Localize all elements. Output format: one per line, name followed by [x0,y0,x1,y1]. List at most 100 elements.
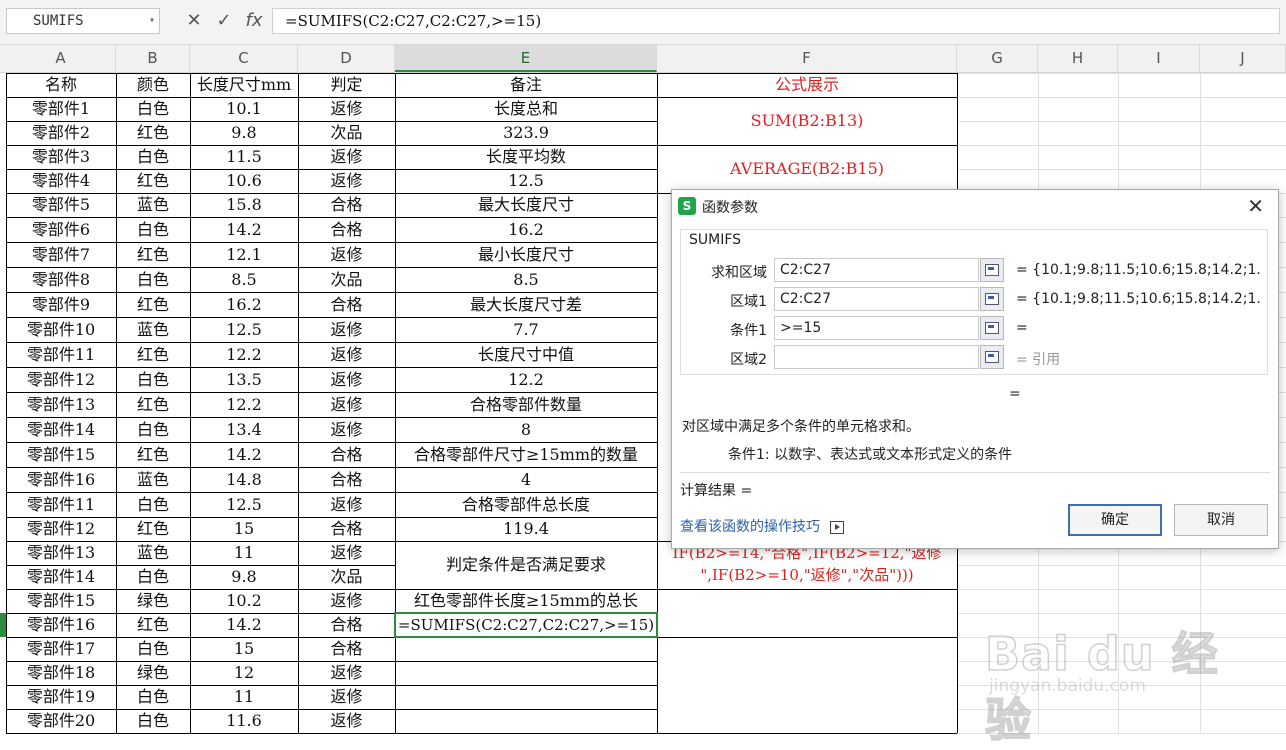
table-cell[interactable]: 返修 [298,317,395,342]
table-cell[interactable]: 蓝色 [116,541,190,565]
empty-cell[interactable] [395,637,657,661]
collapse-range-button[interactable] [980,316,1004,340]
table-cell[interactable]: 次品 [298,267,395,292]
header-cell[interactable]: 备注 [395,73,657,97]
header-cell[interactable]: 判定 [298,73,395,97]
table-cell[interactable]: 12.2 [190,342,298,367]
table-cell[interactable]: 11.5 [190,145,298,169]
table-cell[interactable]: 蓝色 [116,317,190,342]
table-cell[interactable]: 零部件13 [6,541,116,565]
ok-button[interactable]: 确定 [1068,504,1162,536]
note-cell[interactable]: 合格零部件尺寸≥15mm的数量 [395,442,657,467]
header-cell[interactable]: 名称 [6,73,116,97]
table-cell[interactable]: 返修 [298,685,395,709]
table-cell[interactable]: 零部件16 [6,467,116,492]
note-cell[interactable]: 长度总和 [395,97,657,121]
empty-cell[interactable] [395,685,657,709]
table-cell[interactable]: 11.6 [190,709,298,733]
empty-cell[interactable] [657,637,957,733]
header-cell[interactable]: 公式展示 [657,73,957,97]
table-cell[interactable]: 8.5 [190,267,298,292]
table-cell[interactable]: 零部件5 [6,193,116,217]
collapse-range-button[interactable] [980,258,1004,282]
table-cell[interactable]: 合格 [298,442,395,467]
column-header-d[interactable]: D [298,45,395,72]
column-header-b[interactable]: B [116,45,190,72]
table-cell[interactable]: 返修 [298,417,395,442]
cancel-formula-icon[interactable]: ✕ [182,8,206,34]
table-cell[interactable]: 返修 [298,145,395,169]
table-cell[interactable]: 合格 [298,217,395,242]
table-cell[interactable]: 零部件18 [6,661,116,685]
note-cell[interactable]: 12.2 [395,367,657,392]
table-cell[interactable]: 合格 [298,467,395,492]
formula-cell[interactable]: AVERAGE(B2:B15) [657,145,957,193]
table-cell[interactable]: 白色 [116,417,190,442]
table-cell[interactable]: 10.2 [190,589,298,613]
note-cell[interactable]: 8 [395,417,657,442]
note-cell[interactable]: 判定条件是否满足要求 [395,541,657,589]
table-cell[interactable]: 10.1 [190,97,298,121]
note-cell[interactable]: 323.9 [395,121,657,145]
table-cell[interactable]: 白色 [116,267,190,292]
table-cell[interactable]: 11 [190,685,298,709]
table-cell[interactable]: 白色 [116,685,190,709]
table-cell[interactable]: 次品 [298,565,395,589]
table-cell[interactable]: 12.5 [190,317,298,342]
note-cell[interactable]: 4 [395,467,657,492]
table-cell[interactable]: 绿色 [116,589,190,613]
table-cell[interactable]: 红色 [116,442,190,467]
table-cell[interactable]: 零部件13 [6,392,116,417]
name-box[interactable]: SUMIFS ▾ [6,8,160,34]
note-cell[interactable]: 7.7 [395,317,657,342]
table-cell[interactable]: 蓝色 [116,193,190,217]
column-header-g[interactable]: G [957,45,1038,72]
formula-input[interactable]: =SUMIFS(C2:C27,C2:C27,>=15) [272,8,1280,34]
table-cell[interactable]: 14.2 [190,613,298,637]
table-cell[interactable]: 15 [190,637,298,661]
note-cell[interactable]: 12.5 [395,169,657,193]
arg-input-sum-range[interactable]: C2:C27 [774,258,979,282]
column-header-e[interactable]: E [395,45,657,72]
collapse-range-button[interactable] [980,287,1004,311]
table-cell[interactable]: 零部件15 [6,442,116,467]
fx-icon[interactable]: fx [242,8,266,34]
table-cell[interactable]: 白色 [116,492,190,517]
table-cell[interactable]: 15 [190,517,298,541]
table-cell[interactable]: 12.1 [190,242,298,267]
chevron-down-icon[interactable]: ▾ [149,9,155,33]
table-cell[interactable]: 红色 [116,169,190,193]
header-cell[interactable]: 长度尺寸mm [190,73,298,97]
table-cell[interactable]: 蓝色 [116,467,190,492]
column-header-a[interactable]: A [6,45,116,72]
note-cell[interactable]: 16.2 [395,217,657,242]
table-cell[interactable]: 返修 [298,661,395,685]
table-cell[interactable]: 9.8 [190,565,298,589]
table-cell[interactable]: 合格 [298,613,395,637]
table-cell[interactable]: 白色 [116,97,190,121]
table-cell[interactable]: 返修 [298,541,395,565]
note-cell[interactable]: 长度平均数 [395,145,657,169]
table-cell[interactable]: 返修 [298,342,395,367]
function-tips-link[interactable]: 查看该函数的操作技巧 [680,516,845,536]
table-cell[interactable]: 零部件3 [6,145,116,169]
note-cell[interactable]: 8.5 [395,267,657,292]
collapse-range-button[interactable] [980,345,1004,369]
table-cell[interactable]: 零部件4 [6,169,116,193]
table-cell[interactable]: 白色 [116,565,190,589]
table-cell[interactable]: 零部件15 [6,589,116,613]
note-cell[interactable]: 合格零部件数量 [395,392,657,417]
column-header-f[interactable]: F [657,45,957,72]
table-cell[interactable]: 零部件6 [6,217,116,242]
column-header-i[interactable]: I [1118,45,1200,72]
note-cell[interactable]: 长度尺寸中值 [395,342,657,367]
note-cell[interactable]: 红色零部件长度≥15mm的总长 [395,589,657,613]
table-cell[interactable]: 13.5 [190,367,298,392]
confirm-formula-icon[interactable]: ✓ [212,8,236,34]
empty-cell[interactable] [395,661,657,685]
table-cell[interactable]: 合格 [298,517,395,541]
table-cell[interactable]: 15.8 [190,193,298,217]
table-cell[interactable]: 零部件8 [6,267,116,292]
header-cell[interactable]: 颜色 [116,73,190,97]
table-cell[interactable]: 合格 [298,292,395,317]
